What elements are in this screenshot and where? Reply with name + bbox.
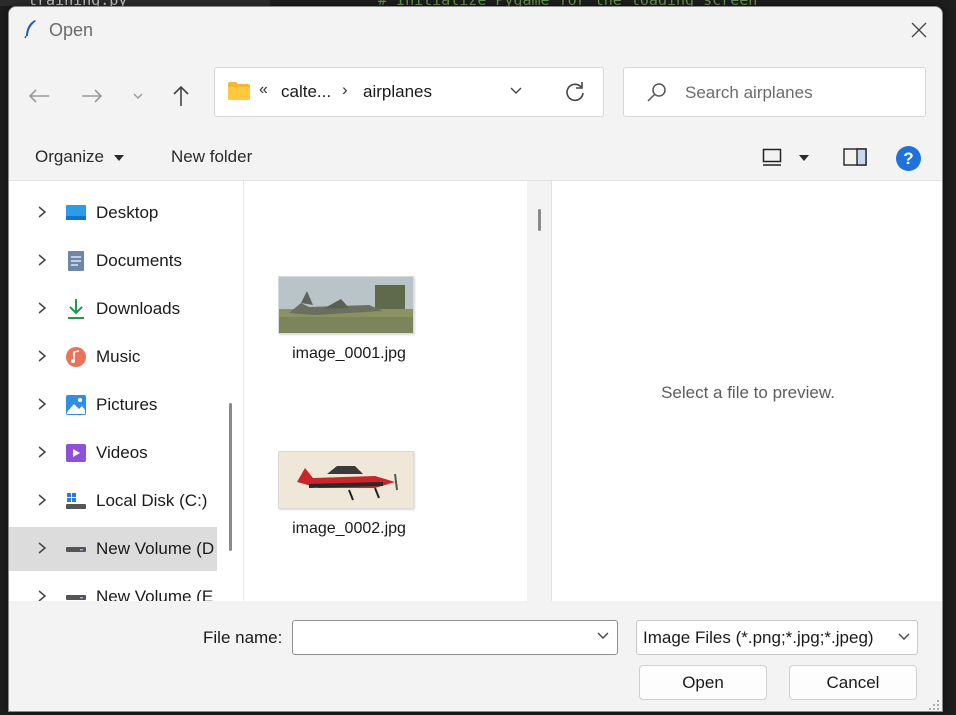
file-list-scrollbar[interactable] <box>527 181 551 601</box>
sidebar-item-documents[interactable]: Documents <box>9 239 217 283</box>
drive-icon <box>66 595 86 600</box>
search-box[interactable]: Search airplanes <box>623 67 926 117</box>
chevron-right-icon[interactable] <box>37 589 47 601</box>
sidebar-item-label: New Volume (D <box>96 539 215 558</box>
sidebar-item-new-volume-e[interactable]: New Volume (E <box>9 575 217 601</box>
organize-button[interactable]: Organize <box>35 147 104 167</box>
back-button[interactable] <box>24 81 54 111</box>
open-button[interactable]: Open <box>639 665 767 700</box>
refresh-icon[interactable] <box>565 81 585 103</box>
command-bar: Organize New folder ? <box>9 137 942 181</box>
forward-button[interactable] <box>77 81 107 111</box>
cancel-button[interactable]: Cancel <box>789 665 917 700</box>
sidebar-item-pictures[interactable]: Pictures <box>9 383 217 427</box>
file-name-label: File name: <box>203 628 283 647</box>
file-name-input[interactable] <box>292 620 618 655</box>
folder-icon <box>228 82 250 100</box>
up-button[interactable] <box>166 81 196 111</box>
recent-locations-button[interactable] <box>123 81 153 111</box>
navigation-pane: Desktop Documents Downloads Music Pictur… <box>9 181 241 601</box>
preview-message: Select a file to preview. <box>661 383 835 402</box>
chevron-down-icon <box>133 93 143 99</box>
documents-icon <box>68 251 84 271</box>
chevron-right-icon[interactable] <box>37 493 47 507</box>
sidebar-item-label: Downloads <box>96 299 181 318</box>
navigation-pane-scrollbar[interactable] <box>229 403 232 551</box>
sidebar-item-videos[interactable]: Videos <box>9 431 217 475</box>
chevron-right-icon[interactable] <box>37 205 47 219</box>
preview-pane: Select a file to preview. <box>551 181 942 601</box>
file-list-scroll-thumb[interactable] <box>538 209 541 231</box>
chevron-right-icon[interactable] <box>37 397 47 411</box>
arrow-right-icon <box>82 89 103 103</box>
sidebar-item-desktop[interactable]: Desktop <box>9 191 217 235</box>
chevron-down-icon <box>898 633 910 640</box>
file-name: image_0001.jpg <box>292 345 406 362</box>
file-thumbnail <box>278 276 414 334</box>
music-icon <box>66 347 86 367</box>
chevron-right-icon[interactable] <box>37 541 47 555</box>
file-list: image_0001.jpg image_0002.jpg <box>243 181 527 601</box>
navigation-bar: « calte... › airplanes Search airplanes <box>9 53 942 137</box>
close-icon <box>911 22 927 38</box>
sidebar-item-label: Videos <box>96 443 148 462</box>
help-button[interactable]: ? <box>896 146 921 171</box>
address-dropdown-icon[interactable] <box>509 84 523 98</box>
new-folder-button[interactable]: New folder <box>171 147 252 167</box>
title-bar: Open <box>9 7 942 53</box>
drive-icon <box>66 547 86 552</box>
sidebar-item-new-volume-d[interactable]: New Volume (D <box>9 527 217 571</box>
arrow-up-icon <box>173 85 189 106</box>
address-overflow[interactable]: « <box>259 81 268 99</box>
sidebar-item-downloads[interactable]: Downloads <box>9 287 217 331</box>
downloads-icon <box>68 299 84 319</box>
view-dropdown-icon[interactable] <box>798 154 810 162</box>
desktop-icon <box>66 205 86 220</box>
resize-grip-icon[interactable] <box>928 699 940 711</box>
pictures-icon <box>66 395 86 415</box>
videos-icon <box>66 444 86 462</box>
chevron-right-icon[interactable] <box>37 349 47 363</box>
sidebar-item-local-disk-c[interactable]: Local Disk (C:) <box>9 479 217 523</box>
sidebar-item-music[interactable]: Music <box>9 335 217 379</box>
feather-icon <box>24 20 36 39</box>
sidebar-item-label: Documents <box>96 251 182 270</box>
breadcrumb-airplanes[interactable]: airplanes <box>363 82 432 102</box>
chevron-right-icon[interactable] <box>37 301 47 315</box>
sidebar-item-label: Music <box>96 347 141 366</box>
file-type-value: Image Files (*.png;*.jpg;*.jpeg) <box>643 628 874 647</box>
search-icon <box>647 83 666 102</box>
dialog-footer: File name: Image Files (*.png;*.jpg;*.jp… <box>9 601 942 711</box>
local-disk-icon <box>66 493 86 509</box>
chevron-right-icon[interactable] <box>37 253 47 267</box>
address-bar[interactable]: « calte... › airplanes <box>214 67 604 117</box>
file-thumbnail <box>278 451 414 509</box>
search-input[interactable]: Search airplanes <box>685 83 813 103</box>
organize-dropdown-icon[interactable] <box>113 154 125 162</box>
breadcrumb-separator[interactable]: › <box>342 80 348 100</box>
file-name-dropdown-icon[interactable] <box>596 631 610 641</box>
view-icon[interactable] <box>762 148 782 166</box>
sidebar-item-label: New Volume (E <box>96 587 214 601</box>
open-file-dialog: Open « calte... › airplanes Search airpl… <box>8 6 943 712</box>
close-button[interactable] <box>896 7 942 53</box>
chevron-right-icon[interactable] <box>37 445 47 459</box>
sidebar-item-label: Desktop <box>96 203 159 222</box>
arrow-left-icon <box>28 89 49 103</box>
sidebar-item-label: Local Disk (C:) <box>96 491 208 510</box>
preview-pane-icon[interactable] <box>843 148 867 166</box>
dialog-title: Open <box>49 20 94 40</box>
file-name: image_0002.jpg <box>292 520 406 537</box>
breadcrumb-caltech[interactable]: calte... <box>281 82 331 102</box>
file-type-select[interactable]: Image Files (*.png;*.jpg;*.jpeg) <box>636 620 918 655</box>
sidebar-item-label: Pictures <box>96 395 158 414</box>
